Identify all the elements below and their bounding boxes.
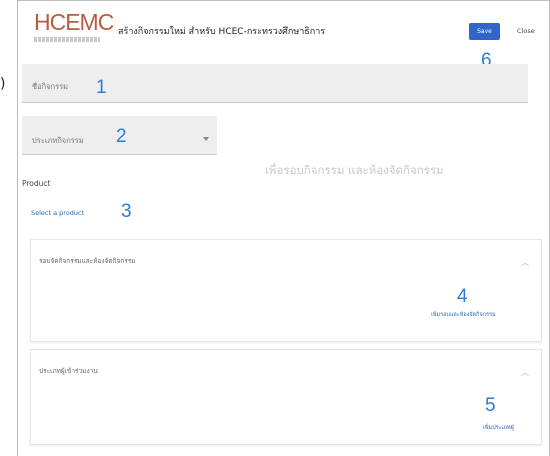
save-button[interactable]: Save — [469, 23, 500, 40]
section-title: รอบจัดกิจกรรมและห้องจัดกิจกรรม — [39, 257, 136, 265]
stray-paren: ) — [0, 76, 6, 92]
activity-type-placeholder: ประเภทกิจกรรม — [32, 136, 84, 145]
chevron-down-icon — [203, 137, 209, 141]
dialog-header: HCEMC สร้างกิจกรรมใหม่ สำหรับ HCEC-กระทร… — [18, 1, 549, 57]
annotation-2: 2 — [116, 126, 127, 147]
activity-name-placeholder: ชื่อกิจกรรม — [32, 82, 69, 91]
create-activity-dialog: HCEMC สร้างกิจกรรมใหม่ สำหรับ HCEC-กระทร… — [17, 0, 550, 456]
section-title: ประเภทผู้เข้าร่วมงาน — [39, 367, 98, 375]
annotation-3: 3 — [121, 201, 132, 222]
annotation-5: 5 — [485, 395, 496, 416]
logo-subtext — [34, 37, 100, 42]
close-button[interactable]: Close — [517, 27, 535, 35]
hcemc-logo: HCEMC — [34, 9, 114, 47]
annotation-1: 1 — [96, 77, 107, 98]
logo-text: HCEMC — [34, 9, 114, 35]
product-label: Product — [22, 179, 51, 188]
annotation-4: 4 — [457, 286, 468, 307]
rounds-hint-text: เพื่อรอบกิจกรรม และห้องจัดกิจกรรม — [265, 163, 444, 177]
add-participant-type-link[interactable]: เพิ่มประเภทผู้ — [483, 424, 514, 432]
chevron-up-icon[interactable]: ︿ — [521, 367, 529, 378]
select-product-link[interactable]: Select a product — [31, 209, 84, 217]
participant-types-section: ประเภทผู้เข้าร่วมงาน ︿ 5 เพิ่มประเภทผู้ — [30, 349, 542, 445]
rounds-rooms-section: รอบจัดกิจกรรมและห้องจัดกิจกรรม ︿ 4 เพิ่ม… — [30, 239, 542, 342]
add-round-room-link[interactable]: เพิ่มรอบและห้องจัดกิจกรรม — [431, 311, 496, 319]
chevron-up-icon[interactable]: ︿ — [521, 257, 529, 268]
dialog-title: สร้างกิจกรรมใหม่ สำหรับ HCEC-กระทรวงศึกษ… — [118, 27, 326, 37]
